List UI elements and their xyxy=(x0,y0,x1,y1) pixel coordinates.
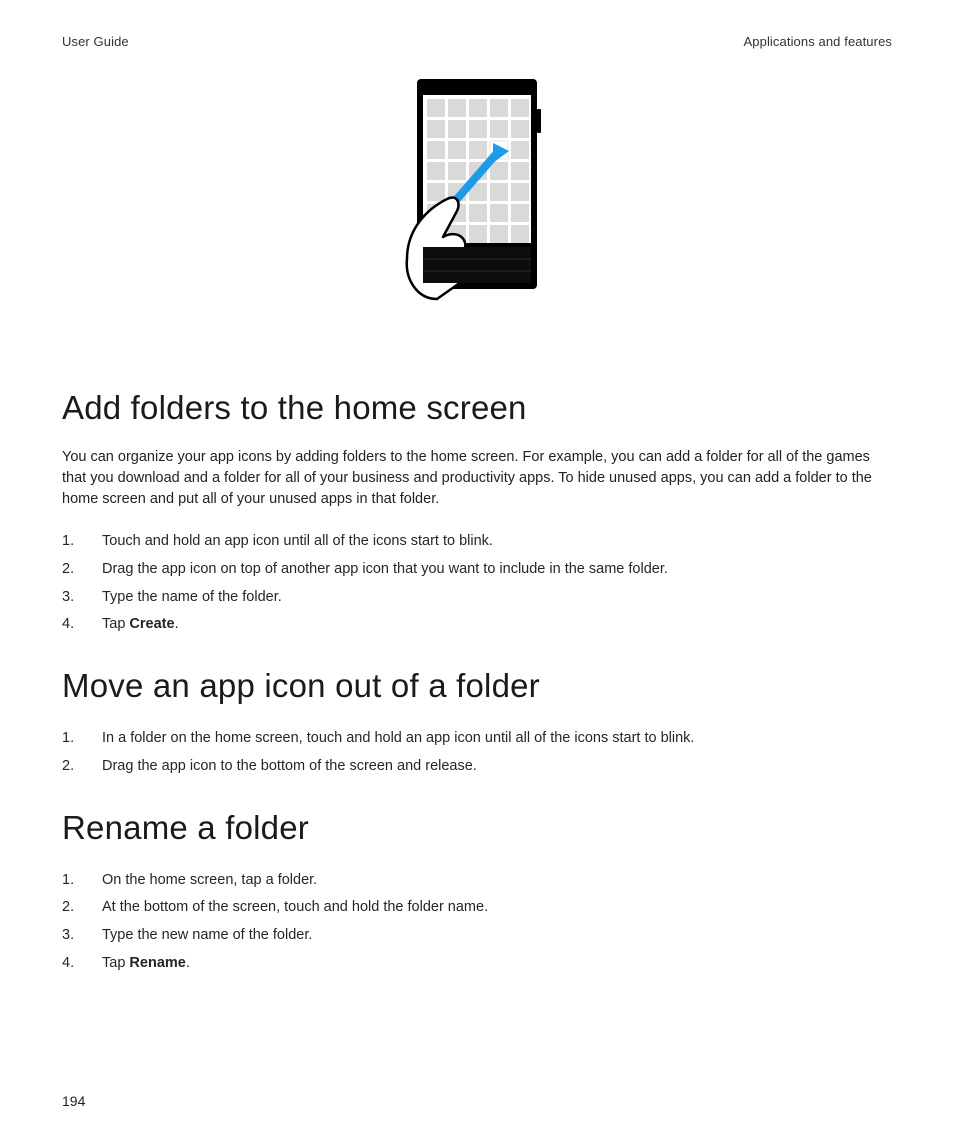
list-item: On the home screen, tap a folder. xyxy=(62,867,892,895)
phone-drag-illustration xyxy=(397,79,557,319)
heading-rename: Rename a folder xyxy=(62,809,892,847)
heading-move-out: Move an app icon out of a folder xyxy=(62,667,892,705)
steps-move-out: In a folder on the home screen, touch an… xyxy=(62,725,892,781)
illustration-container xyxy=(62,79,892,319)
section-move-out: Move an app icon out of a folder In a fo… xyxy=(62,667,892,781)
page-number: 194 xyxy=(62,1093,85,1109)
steps-add-folders: Touch and hold an app icon until all of … xyxy=(62,528,892,639)
list-item: Type the name of the folder. xyxy=(62,584,892,612)
lead-paragraph: You can organize your app icons by addin… xyxy=(62,447,892,510)
document-page: User Guide Applications and features xyxy=(0,0,954,1145)
section-add-folders: Add folders to the home screen You can o… xyxy=(62,389,892,639)
heading-add-folders: Add folders to the home screen xyxy=(62,389,892,427)
list-item: Type the new name of the folder. xyxy=(62,922,892,950)
page-header: User Guide Applications and features xyxy=(62,34,892,49)
header-left: User Guide xyxy=(62,34,129,49)
list-item: Tap Create. xyxy=(62,611,892,639)
list-item: Drag the app icon on top of another app … xyxy=(62,556,892,584)
section-rename: Rename a folder On the home screen, tap … xyxy=(62,809,892,978)
list-item: Tap Rename. xyxy=(62,950,892,978)
list-item: Drag the app icon to the bottom of the s… xyxy=(62,753,892,781)
steps-rename: On the home screen, tap a folder. At the… xyxy=(62,867,892,978)
header-right: Applications and features xyxy=(744,34,892,49)
list-item: In a folder on the home screen, touch an… xyxy=(62,725,892,753)
list-item: At the bottom of the screen, touch and h… xyxy=(62,894,892,922)
list-item: Touch and hold an app icon until all of … xyxy=(62,528,892,556)
